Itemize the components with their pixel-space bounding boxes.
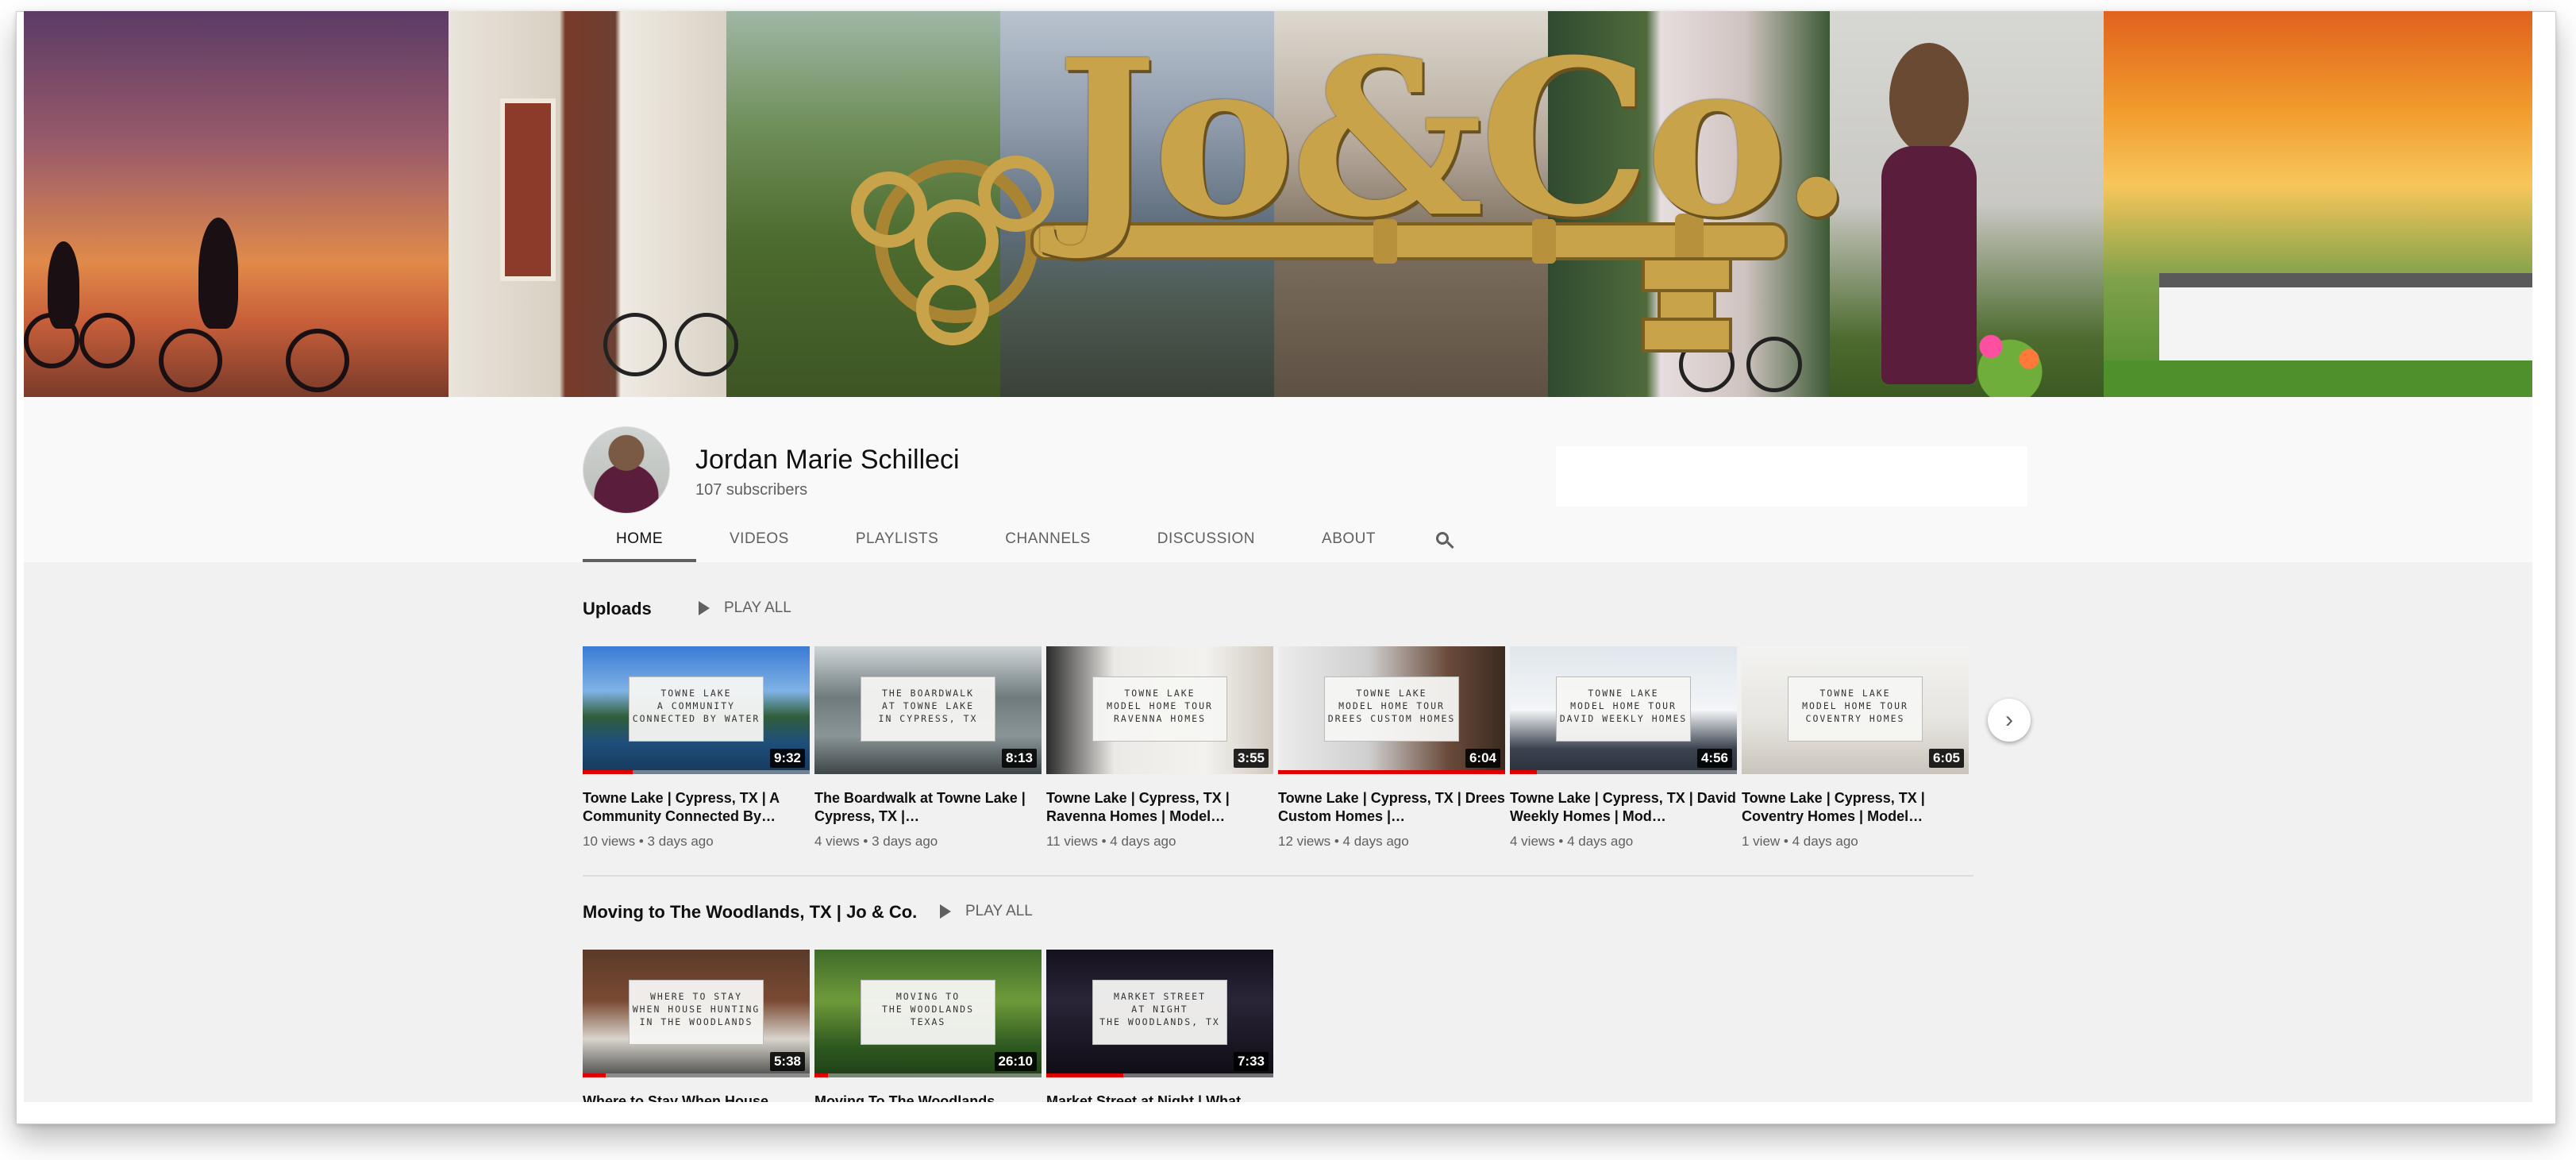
video-duration: 6:05 xyxy=(1928,749,1964,768)
tab-home[interactable]: HOME xyxy=(583,519,696,562)
channel-banner: Jo&Co. xyxy=(24,11,2532,397)
thumbnail-title-card: THE BOARDWALK AT TOWNE LAKE IN CYPRESS, … xyxy=(861,676,995,742)
video-meta: 1 view • 4 days ago xyxy=(1742,834,1858,849)
video-duration: 7:33 xyxy=(1233,1052,1269,1071)
video-title[interactable]: Towne Lake | Cypress, TX | Coventry Home… xyxy=(1742,789,1972,826)
video-duration: 4:56 xyxy=(1696,749,1732,768)
play-all-label: PLAY ALL xyxy=(724,599,791,616)
video-title[interactable]: Towne Lake | Cypress, TX | Drees Custom … xyxy=(1278,789,1508,826)
play-all-uploads-button[interactable]: PLAY ALL xyxy=(699,599,791,617)
video-duration: 5:38 xyxy=(769,1052,805,1071)
thumbnail-title-card: TOWNE LAKE MODEL HOME TOUR DREES CUSTOM … xyxy=(1324,676,1459,742)
video-duration: 26:10 xyxy=(994,1052,1037,1071)
video-title[interactable]: Where to Stay When House xyxy=(583,1093,813,1102)
play-icon xyxy=(940,904,951,919)
video-title[interactable]: Towne Lake | Cypress, TX | Ravenna Homes… xyxy=(1046,789,1276,826)
watch-progress-bar xyxy=(1510,770,1538,774)
video-title[interactable]: Towne Lake | Cypress, TX | David Weekly … xyxy=(1510,789,1740,826)
tab-playlists[interactable]: PLAYLISTS xyxy=(822,519,972,562)
watch-progress-bar xyxy=(814,1073,829,1077)
channel-name: Jordan Marie Schilleci xyxy=(695,445,960,475)
video-thumbnail[interactable]: TOWNE LAKE MODEL HOME TOUR COVENTRY HOME… xyxy=(1742,646,1969,774)
play-all-woodlands-button[interactable]: PLAY ALL xyxy=(940,903,1033,920)
thumbnail-title-card: WHERE TO STAY WHEN HOUSE HUNTING IN THE … xyxy=(629,980,764,1045)
video-thumbnail[interactable]: TOWNE LAKE MODEL HOME TOUR RAVENNA HOMES… xyxy=(1046,646,1273,774)
shelf-divider xyxy=(583,875,1973,877)
video-title[interactable]: Towne Lake | Cypress, TX | A Community C… xyxy=(583,789,813,826)
tab-about[interactable]: ABOUT xyxy=(1288,519,1409,562)
video-title[interactable]: Moving To The Woodlands, xyxy=(814,1093,1045,1102)
video-title[interactable]: The Boardwalk at Towne Lake | Cypress, T… xyxy=(814,789,1045,826)
watch-progress-track xyxy=(1510,770,1737,774)
chevron-right-icon[interactable]: › xyxy=(1988,699,2031,742)
video-duration: 6:04 xyxy=(1465,749,1500,768)
subscriber-count: 107 subscribers xyxy=(695,481,808,499)
channel-tabs: HOME VIDEOS PLAYLISTS CHANNELS DISCUSSIO… xyxy=(583,519,1468,562)
video-meta: 12 views • 4 days ago xyxy=(1278,834,1409,849)
thumbnail-title-card: TOWNE LAKE A COMMUNITY CONNECTED BY WATE… xyxy=(629,676,764,742)
video-title[interactable]: Market Street at Night | What xyxy=(1046,1093,1276,1102)
thumbnail-title-card: MOVING TO THE WOODLANDS TEXAS xyxy=(861,980,995,1045)
tab-channels[interactable]: CHANNELS xyxy=(972,519,1123,562)
video-thumbnail[interactable]: THE BOARDWALK AT TOWNE LAKE IN CYPRESS, … xyxy=(814,646,1042,774)
video-meta: 10 views • 3 days ago xyxy=(583,834,714,849)
channel-avatar[interactable] xyxy=(583,426,670,514)
video-thumbnail[interactable]: WHERE TO STAY WHEN HOUSE HUNTING IN THE … xyxy=(583,950,810,1077)
watch-progress-bar xyxy=(583,770,633,774)
watch-progress-bar xyxy=(1278,770,1505,774)
video-thumbnail[interactable]: TOWNE LAKE MODEL HOME TOUR DAVID WEEKLY … xyxy=(1510,646,1737,774)
thumbnail-title-card: TOWNE LAKE MODEL HOME TOUR COVENTRY HOME… xyxy=(1788,676,1923,742)
play-all-label: PLAY ALL xyxy=(965,903,1033,919)
shelf-title-uploads: Uploads xyxy=(583,599,652,619)
thumbnail-title-card: TOWNE LAKE MODEL HOME TOUR RAVENNA HOMES xyxy=(1092,676,1227,742)
video-thumbnail[interactable]: MOVING TO THE WOODLANDS TEXAS 26:10 xyxy=(814,950,1042,1077)
watch-progress-track xyxy=(583,1073,810,1077)
video-thumbnail[interactable]: TOWNE LAKE MODEL HOME TOUR DREES CUSTOM … xyxy=(1278,646,1505,774)
video-meta: 11 views • 4 days ago xyxy=(1046,834,1176,849)
subscribe-area xyxy=(1556,446,2027,507)
shelf-title-woodlands: Moving to The Woodlands, TX | Jo & Co. xyxy=(583,902,918,922)
video-duration: 9:32 xyxy=(769,749,805,768)
video-duration: 3:55 xyxy=(1233,749,1269,768)
tab-videos[interactable]: VIDEOS xyxy=(696,519,822,562)
video-thumbnail[interactable]: MARKET STREET AT NIGHT THE WOODLANDS, TX… xyxy=(1046,950,1273,1077)
jo-and-co-logo: Jo&Co. xyxy=(1056,12,1854,264)
video-meta: 4 views • 4 days ago xyxy=(1510,834,1634,849)
thumbnail-title-card: TOWNE LAKE MODEL HOME TOUR DAVID WEEKLY … xyxy=(1556,676,1691,742)
play-icon xyxy=(699,601,710,615)
thumbnail-title-card: MARKET STREET AT NIGHT THE WOODLANDS, TX xyxy=(1092,980,1227,1045)
video-meta: 4 views • 3 days ago xyxy=(814,834,938,849)
youtube-channel-page: Jo&Co. Jordan Marie Schilleci 107 subscr… xyxy=(24,11,2532,1102)
watch-progress-bar xyxy=(583,1073,606,1077)
search-icon[interactable] xyxy=(1420,519,1468,562)
watch-progress-bar xyxy=(1046,1073,1124,1077)
watch-progress-track xyxy=(814,1073,1042,1077)
tab-discussion[interactable]: DISCUSSION xyxy=(1124,519,1288,562)
video-duration: 8:13 xyxy=(1001,749,1037,768)
video-thumbnail[interactable]: TOWNE LAKE A COMMUNITY CONNECTED BY WATE… xyxy=(583,646,810,774)
